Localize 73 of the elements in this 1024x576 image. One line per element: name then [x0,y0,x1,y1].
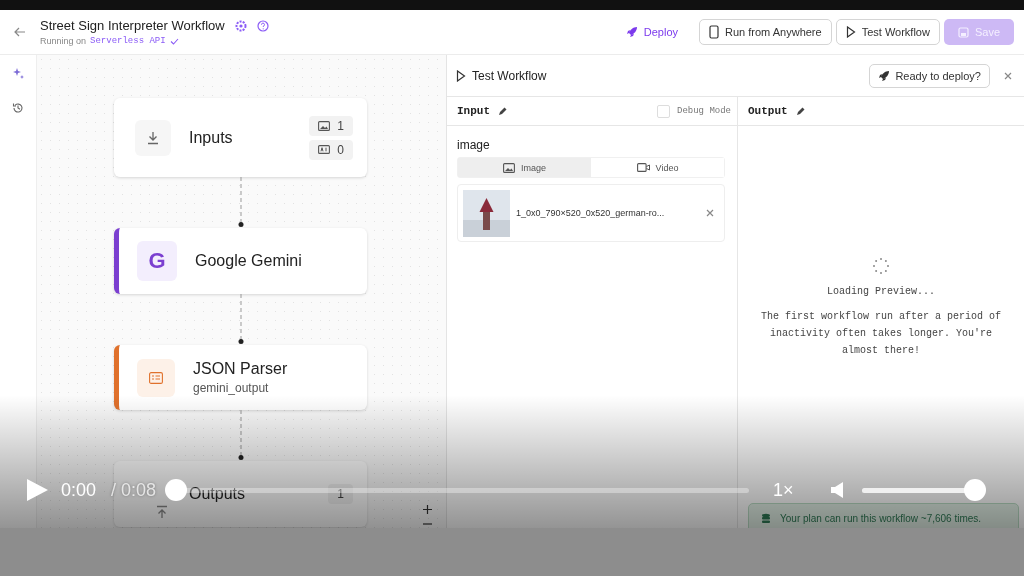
play-icon[interactable] [25,478,49,502]
loading-spinner-icon [872,257,890,275]
checkbox-label: Debug Mode [677,106,731,116]
column-heading: Input [457,105,490,117]
help-button[interactable] [256,19,269,32]
workflow-node[interactable]: Inputs 1 0 [114,98,367,177]
edit-button[interactable] [795,106,805,116]
status-label: Running on [40,36,87,46]
workflow-node[interactable]: JSON Parser gemini_output [114,345,367,410]
save-icon [957,26,969,38]
photo-placeholder [463,189,510,237]
deploy-link[interactable]: Deploy [616,19,688,45]
close-icon [1004,71,1012,80]
phone-icon [709,25,720,39]
download-icon [146,130,160,145]
deployment-target: Serverless API [90,36,166,46]
node-title: Google Gemini [195,252,303,270]
help-icon [256,19,269,32]
close-button[interactable] [1004,71,1012,80]
count-number: 1 [337,487,344,501]
plan-notice-text: Your plan can run this workflow ~7,606 times. [780,512,982,524]
node-title: JSON Parser [193,360,289,378]
coins-icon [761,512,771,524]
test-workflow-button[interactable]: Test Workflow [835,19,940,45]
video-camera-icon [636,163,650,172]
play-icon [456,69,466,82]
image-icon [503,162,515,173]
image-icon [318,120,331,131]
checkmark-icon [169,37,179,45]
column-heading: Output [748,105,788,117]
zoom-in-button[interactable] [421,504,433,515]
node-title: Inputs [189,128,234,147]
output-icon [155,505,169,519]
settings-icon [234,19,247,32]
list-icon [149,371,163,384]
volume-icon[interactable] [829,481,846,499]
rocket-icon [625,26,638,38]
current-time: 0:00 [61,479,97,501]
text-field-icon [318,145,331,154]
plus-icon [422,505,432,514]
run-anywhere-button[interactable]: Run from Anywhere [699,19,832,45]
connector-line [236,177,245,228]
history-button[interactable] [10,100,26,116]
back-button[interactable] [14,27,26,37]
rocket-icon [878,69,891,82]
node-subtitle: gemini_output [193,381,270,395]
panel-title: Test Workflow [472,68,547,83]
ready-to-deploy-button[interactable]: Ready to deploy? [869,63,990,88]
workflow-title: Street Sign Interpreter Workflow [40,18,225,33]
edit-button[interactable] [498,106,507,116]
count-number: 0 [337,142,344,157]
settings-button[interactable] [234,19,247,32]
model-logo: G [148,248,166,274]
media-type-tab[interactable]: Image [458,158,591,177]
minus-icon [422,522,432,525]
file-name: 1_0x0_790×520_0x520_german-ro... [516,208,666,218]
field-label: image [457,138,491,152]
node-title: Outputs [189,485,247,503]
connector-line [236,410,245,461]
play-icon [845,26,856,38]
loading-status: Loading Preview... [827,286,935,297]
loading-message: The first workflow run after a period of inactivity often takes longer. You're almost there! [759,310,1002,358]
history-icon [12,102,24,114]
workflow-node[interactable]: G Google Gemini [114,228,367,294]
debug-checkbox[interactable] [657,104,670,118]
arrow-left-icon [14,27,26,37]
connector-line [236,294,245,345]
close-icon [706,209,714,217]
remove-button[interactable] [706,209,714,217]
pencil-icon [498,106,507,116]
duration: / 0:08 [111,479,157,501]
pencil-icon [795,106,805,116]
count-number: 1 [337,118,344,133]
